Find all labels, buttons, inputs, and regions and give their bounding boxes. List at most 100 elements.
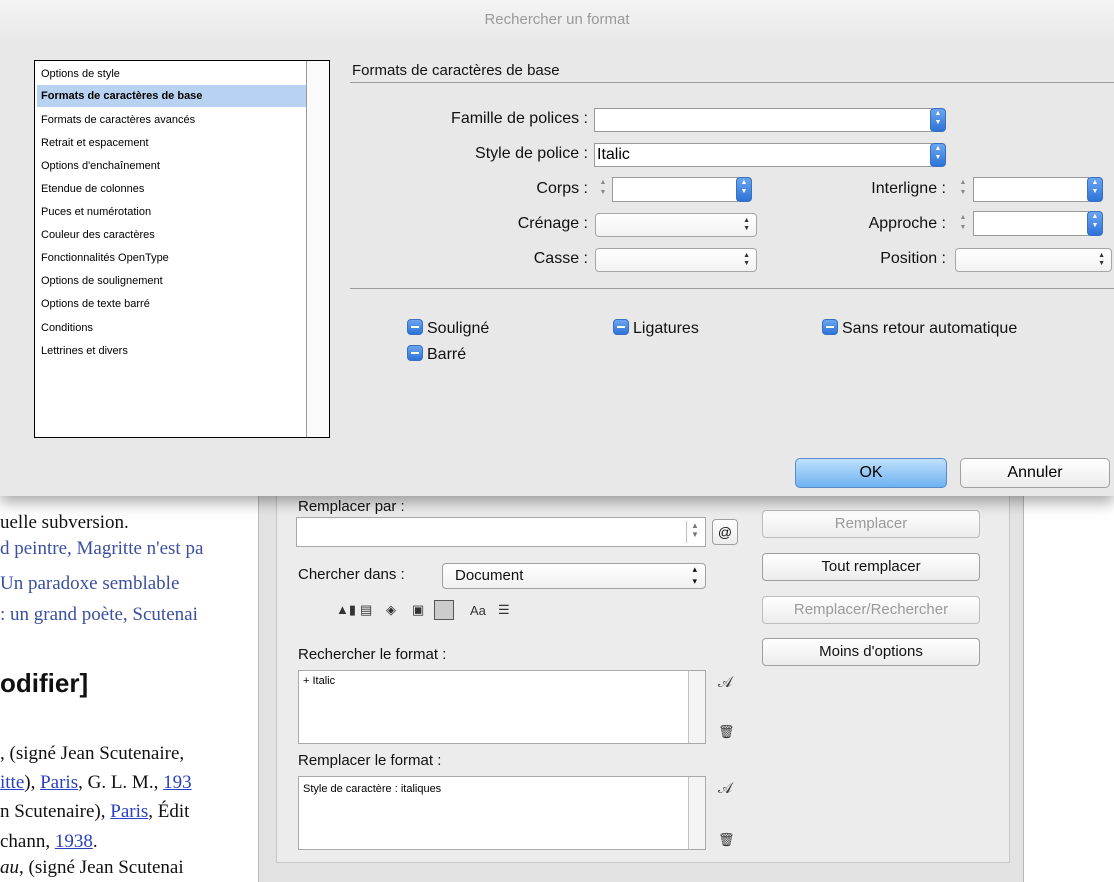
category-item[interactable]: Options d'enchaînement: [37, 155, 307, 177]
category-item[interactable]: Etendue de colonnes: [37, 178, 307, 200]
doc-link-year[interactable]: 1938: [55, 831, 93, 852]
doc-biblio-line-3: n Scutenaire), Paris, Édit: [0, 801, 190, 822]
find-format-value: + Italic: [303, 675, 336, 687]
section-divider: [350, 82, 1114, 83]
strikethrough-checkbox[interactable]: Barré: [407, 345, 466, 364]
doc-link-year[interactable]: 193: [163, 772, 192, 793]
change-format-box[interactable]: Style de caractère : italiques: [298, 776, 706, 850]
leading-input[interactable]: [973, 177, 1089, 202]
ok-button[interactable]: OK: [795, 458, 947, 488]
size-label: Corps :: [536, 180, 588, 197]
clear-change-format-icon[interactable]: 🗑: [718, 832, 735, 848]
specify-change-format-icon[interactable]: 𝒜: [718, 780, 732, 797]
replace-with-label: Remplacer par :: [298, 498, 405, 515]
mixed-state-checkbox-icon: [407, 345, 423, 361]
font-style-label: Style de police :: [475, 145, 588, 162]
doc-link-paris[interactable]: Paris: [110, 801, 148, 822]
clear-find-format-icon[interactable]: 🗑: [718, 724, 735, 740]
font-family-dropdown-button[interactable]: ▲ ▼: [930, 108, 946, 132]
options-divider: [350, 288, 1114, 289]
select-arrows-icon: ▴ ▾: [692, 564, 697, 586]
no-break-checkbox[interactable]: Sans retour automatique: [822, 319, 1017, 338]
replace-button[interactable]: Remplacer: [762, 510, 980, 538]
replace-all-button[interactable]: Tout remplacer: [762, 553, 980, 581]
replace-find-button[interactable]: Remplacer/Rechercher: [762, 596, 980, 624]
category-item[interactable]: Options de soulignement: [37, 270, 307, 292]
tracking-input[interactable]: [973, 211, 1089, 236]
find-format-scrollbar[interactable]: [688, 671, 705, 743]
tracking-dropdown-button[interactable]: ▲ ▼: [1087, 211, 1103, 236]
category-list[interactable]: Options de style Formats de caractères d…: [34, 60, 330, 438]
section-title: Formats de caractères de base: [352, 62, 560, 79]
special-characters-button[interactable]: @: [712, 519, 738, 545]
category-item[interactable]: Conditions: [37, 317, 307, 339]
category-item[interactable]: Puces et numérotation: [37, 201, 307, 223]
size-input[interactable]: [612, 177, 738, 202]
category-item[interactable]: Options de style: [37, 63, 307, 85]
kerning-label: Crénage :: [517, 215, 588, 232]
font-style-dropdown-button[interactable]: ▲ ▼: [930, 143, 946, 167]
leading-dropdown-button[interactable]: ▲ ▼: [1087, 177, 1103, 202]
specify-find-format-icon[interactable]: 𝒜: [718, 674, 732, 691]
replace-with-input[interactable]: ▲ ▼: [296, 517, 706, 547]
mixed-state-checkbox-icon: [822, 319, 838, 335]
case-select[interactable]: ▲ ▼: [595, 248, 757, 272]
fewer-options-button[interactable]: Moins d'options: [762, 638, 980, 666]
category-item[interactable]: Options de texte barré: [37, 293, 307, 315]
doc-section-heading: odifier]: [0, 668, 89, 698]
size-stepper[interactable]: ▲ ▼: [595, 178, 611, 200]
doc-line: d peintre, Magritte n'est pa: [0, 538, 204, 559]
find-format-label: Rechercher le format :: [298, 646, 447, 663]
category-list-scrollbar[interactable]: [306, 61, 329, 437]
strikethrough-label: Barré: [427, 346, 467, 363]
cancel-button[interactable]: Annuler: [960, 458, 1110, 488]
size-dropdown-button[interactable]: ▲ ▼: [736, 177, 752, 202]
doc-link[interactable]: itte: [0, 772, 24, 793]
select-arrows-icon: ▲ ▼: [1098, 252, 1105, 267]
mixed-state-checkbox-icon: [613, 319, 629, 335]
select-arrows-icon: ▲ ▼: [743, 252, 750, 267]
whole-word-icon[interactable]: ☰: [498, 602, 510, 618]
case-sensitive-icon[interactable]: Aa: [470, 603, 486, 618]
font-family-label: Famille de polices :: [451, 110, 588, 127]
doc-link-paris[interactable]: Paris: [40, 772, 78, 793]
underline-label: Souligné: [427, 320, 490, 337]
include-locked-stories-icon[interactable]: ▤: [360, 602, 372, 618]
doc-biblio-line-2: itte), Paris, G. L. M., 193: [0, 772, 192, 793]
doc-biblio-line-4: chann, 1938.: [0, 831, 98, 852]
leading-stepper[interactable]: ▲ ▼: [955, 178, 971, 200]
underline-checkbox[interactable]: Souligné: [407, 319, 489, 338]
category-item[interactable]: Lettrines et divers: [37, 340, 307, 362]
include-footnotes-icon[interactable]: [434, 600, 454, 620]
include-master-pages-icon[interactable]: ▣: [412, 602, 424, 618]
mixed-state-checkbox-icon: [407, 319, 423, 335]
kerning-select[interactable]: ▲ ▼: [595, 213, 757, 237]
replace-with-history-arrows[interactable]: ▲ ▼: [686, 521, 703, 543]
include-locked-layers-icon[interactable]: ▲▮: [336, 602, 356, 618]
tracking-label: Approche :: [868, 215, 946, 232]
include-hidden-layers-icon[interactable]: ◈: [386, 602, 396, 618]
category-item[interactable]: Retrait et espacement: [37, 132, 307, 154]
category-item[interactable]: Couleur des caractères: [37, 224, 307, 246]
leading-label: Interligne :: [871, 180, 946, 197]
category-item[interactable]: Formats de caractères avancés: [37, 109, 307, 131]
doc-biblio-line-1: , (signé Jean Scutenaire,: [0, 743, 185, 764]
doc-line: uelle subversion.: [0, 512, 129, 533]
position-label: Position :: [880, 250, 946, 267]
search-in-select[interactable]: Document ▴ ▾: [442, 563, 706, 589]
no-break-label: Sans retour automatique: [842, 320, 1018, 337]
font-style-input[interactable]: Italic: [594, 143, 932, 167]
change-format-label: Remplacer le format :: [298, 752, 442, 769]
ligatures-checkbox[interactable]: Ligatures: [613, 319, 699, 338]
category-item[interactable]: Fonctionnalités OpenType: [37, 247, 307, 269]
category-item-selected[interactable]: Formats de caractères de base: [37, 85, 307, 107]
search-in-label: Chercher dans :: [298, 566, 405, 583]
find-format-dialog: Rechercher un format Options de style Fo…: [0, 0, 1114, 496]
find-format-box[interactable]: + Italic: [298, 670, 706, 744]
change-format-scrollbar[interactable]: [688, 777, 705, 849]
position-select[interactable]: ▲ ▼: [955, 248, 1112, 272]
font-family-input[interactable]: [594, 108, 932, 132]
tracking-stepper[interactable]: ▲ ▼: [955, 213, 971, 235]
ligatures-label: Ligatures: [633, 320, 699, 337]
dialog-title: Rechercher un format: [0, 0, 1114, 40]
